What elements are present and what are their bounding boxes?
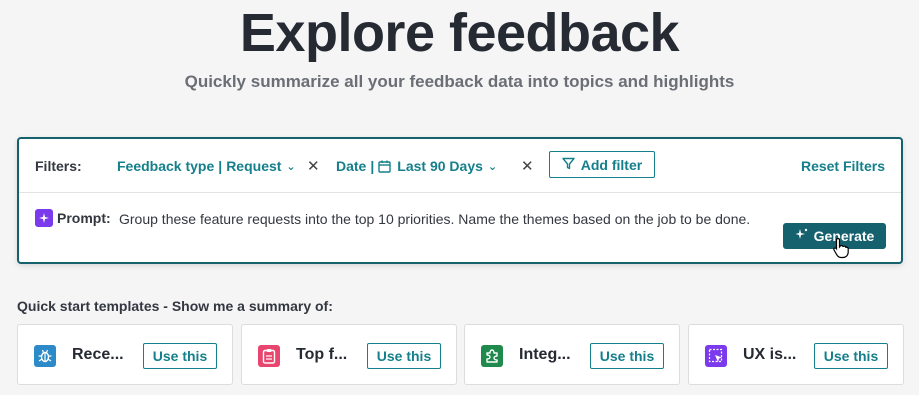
use-this-button[interactable]: Use this xyxy=(590,343,664,369)
filters-label: Filters: xyxy=(35,158,82,174)
template-name: UX is... xyxy=(743,346,797,363)
feedback-query-panel: Filters: Feedback type | Request ⌄ ✕ Date | … xyxy=(17,137,903,264)
page-subtitle: Quickly summarize all your feedback data… xyxy=(184,72,735,91)
use-this-button[interactable]: Use this xyxy=(367,343,441,369)
filter-funnel-icon xyxy=(562,157,575,173)
filter-date-value: Last 90 Days xyxy=(397,158,483,174)
sparkle-icon xyxy=(795,228,808,244)
template-card[interactable]: Rece... Use this xyxy=(17,324,233,385)
filter-chip-feedback-type[interactable]: Feedback type | Request ⌄ xyxy=(117,158,296,174)
bug-icon xyxy=(34,345,56,367)
cursor-select-icon xyxy=(705,345,727,367)
template-name: Rece... xyxy=(72,346,124,363)
filter-date-name: Date xyxy=(336,158,367,174)
template-card[interactable]: UX is... Use this xyxy=(688,324,904,385)
filter-separator: | xyxy=(218,158,223,174)
filters-row: Filters: Feedback type | Request ⌄ ✕ Date | … xyxy=(19,139,901,193)
template-name: Top f... xyxy=(296,346,348,363)
add-filter-label: Add filter xyxy=(580,156,643,173)
filter-feedback-type-value: Request xyxy=(226,158,282,174)
puzzle-icon xyxy=(481,345,503,367)
prompt-input[interactable]: Group these feature requests into the to… xyxy=(119,209,769,230)
chevron-down-icon: ⌄ xyxy=(487,161,498,173)
use-this-button[interactable]: Use this xyxy=(814,343,888,369)
remove-feedback-type-filter-icon[interactable]: ✕ xyxy=(307,157,320,175)
filter-separator: | xyxy=(370,158,375,174)
quick-start-title: Quick start templates - Show me a summar… xyxy=(17,298,333,314)
remove-date-filter-icon[interactable]: ✕ xyxy=(521,157,534,175)
reset-filters-link[interactable]: Reset Filters xyxy=(801,158,885,174)
calendar-icon xyxy=(378,160,391,176)
prompt-label: Prompt: xyxy=(57,210,111,226)
template-cards: Rece... Use this Top f... Use this Integ… xyxy=(17,324,904,385)
template-card[interactable]: Top f... Use this xyxy=(241,324,457,385)
filter-feedback-type-name: Feedback type xyxy=(117,158,215,174)
hand-pointer-cursor-icon xyxy=(832,237,850,264)
add-filter-button[interactable]: Add filter xyxy=(549,151,655,178)
use-this-button[interactable]: Use this xyxy=(143,343,217,369)
chevron-down-icon: ⌄ xyxy=(286,161,296,173)
prompt-row: Prompt: Group these feature requests int… xyxy=(19,193,901,264)
clipboard-icon xyxy=(258,345,280,367)
sparkle-icon xyxy=(35,209,53,227)
template-card[interactable]: Integ... Use this xyxy=(464,324,680,385)
template-name: Integ... xyxy=(519,346,571,363)
filter-chip-date[interactable]: Date | Last 90 Days ⌄ xyxy=(336,158,497,176)
page-title: Explore feedback xyxy=(239,3,680,63)
